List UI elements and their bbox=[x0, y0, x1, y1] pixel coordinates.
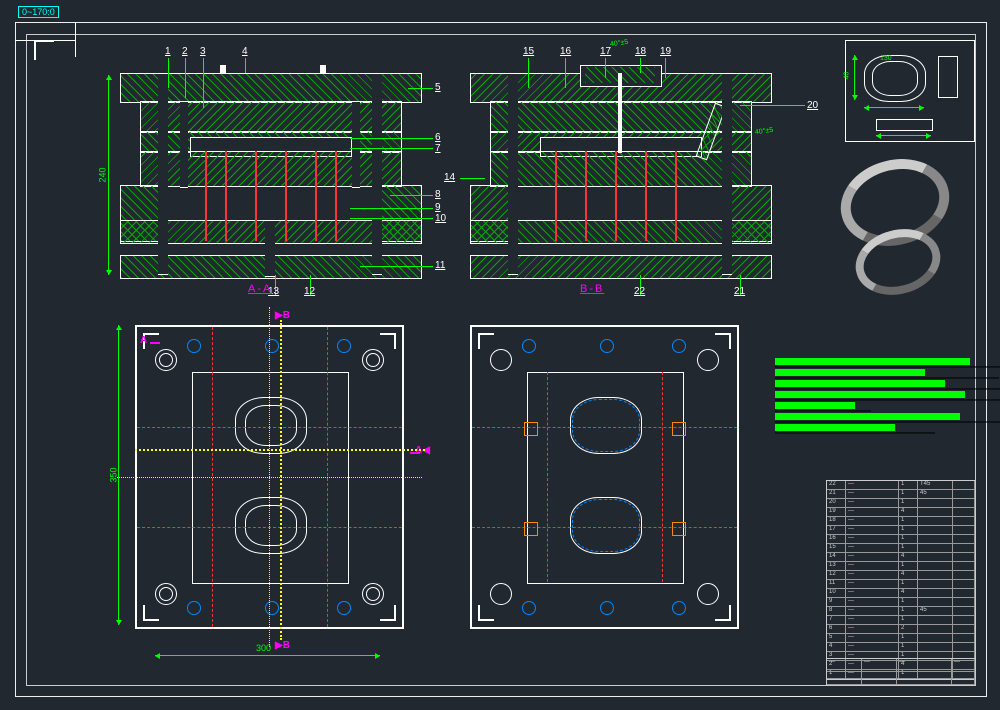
plan-view-right bbox=[470, 325, 739, 629]
callout-14: 14 bbox=[444, 172, 455, 183]
marker-B-top: ▶B bbox=[275, 310, 290, 321]
leader bbox=[605, 58, 606, 78]
leader bbox=[203, 58, 204, 108]
dim-height bbox=[108, 75, 109, 275]
leader bbox=[640, 58, 641, 73]
dim-130: 130 bbox=[880, 55, 892, 62]
callout-6: 6 bbox=[435, 132, 441, 143]
callout-11: 11 bbox=[435, 260, 445, 271]
leader bbox=[350, 138, 433, 139]
callout-9: 9 bbox=[435, 202, 441, 213]
leader bbox=[528, 58, 529, 88]
callout-18: 18 bbox=[635, 46, 646, 57]
dim-300: 300 bbox=[256, 643, 271, 653]
callout-15: 15 bbox=[523, 46, 534, 57]
leader bbox=[408, 88, 433, 89]
leader bbox=[460, 178, 485, 179]
technical-notes: ———————————————————— —————————————— ————… bbox=[775, 358, 975, 431]
leader bbox=[390, 195, 433, 196]
dim-350: 350 bbox=[109, 467, 119, 482]
corner-tick bbox=[75, 22, 76, 57]
title-block: — — — — bbox=[826, 658, 976, 686]
dim-40: 40 bbox=[843, 72, 850, 80]
leader bbox=[565, 58, 566, 88]
callout-7: 7 bbox=[435, 143, 441, 154]
callout-16: 16 bbox=[560, 46, 571, 57]
cad-drawing-canvas[interactable]: 0~170:0 1 2 3 4 5 6 7 8 9 10 11 12 13 24… bbox=[0, 0, 1000, 710]
callout-1: 1 bbox=[165, 46, 171, 57]
corner-mark bbox=[34, 40, 54, 60]
leader bbox=[740, 105, 805, 106]
callout-10: 10 bbox=[435, 213, 446, 224]
callout-12: 12 bbox=[304, 286, 315, 297]
callout-8: 8 bbox=[435, 189, 441, 200]
corner-tick bbox=[15, 40, 75, 41]
leader bbox=[350, 208, 433, 209]
callout-4: 4 bbox=[242, 46, 248, 57]
section-aa-view bbox=[120, 65, 420, 280]
leader bbox=[350, 148, 433, 149]
section-bb-view bbox=[470, 65, 770, 280]
dim-300h bbox=[155, 655, 380, 656]
callout-17: 17 bbox=[600, 46, 611, 57]
leader bbox=[168, 58, 169, 88]
plan-view-left bbox=[135, 325, 404, 629]
callout-20: 20 bbox=[807, 100, 818, 111]
callout-3: 3 bbox=[200, 46, 206, 57]
callout-22: 22 bbox=[634, 286, 645, 297]
leader bbox=[350, 218, 433, 219]
section-aa-label: A-A bbox=[248, 283, 272, 295]
marker-B-bot: ▶B bbox=[275, 640, 290, 651]
leader bbox=[360, 266, 433, 267]
frame-label: 0~170:0 bbox=[18, 6, 59, 18]
callout-21: 21 bbox=[734, 286, 745, 297]
leader bbox=[245, 58, 246, 73]
callout-19: 19 bbox=[660, 46, 671, 57]
leader bbox=[185, 58, 186, 98]
bom-table: 22—1T4521—14520—119—418—117—116—115—114—… bbox=[826, 480, 976, 680]
callout-5: 5 bbox=[435, 82, 441, 93]
detail-view bbox=[845, 40, 975, 142]
leader bbox=[665, 58, 666, 78]
section-line-B bbox=[280, 320, 282, 640]
dim-240: 240 bbox=[98, 167, 108, 182]
callout-2: 2 bbox=[182, 46, 188, 57]
marker-A-left: A bbox=[140, 335, 147, 346]
section-bb-label: B-B bbox=[580, 283, 604, 295]
